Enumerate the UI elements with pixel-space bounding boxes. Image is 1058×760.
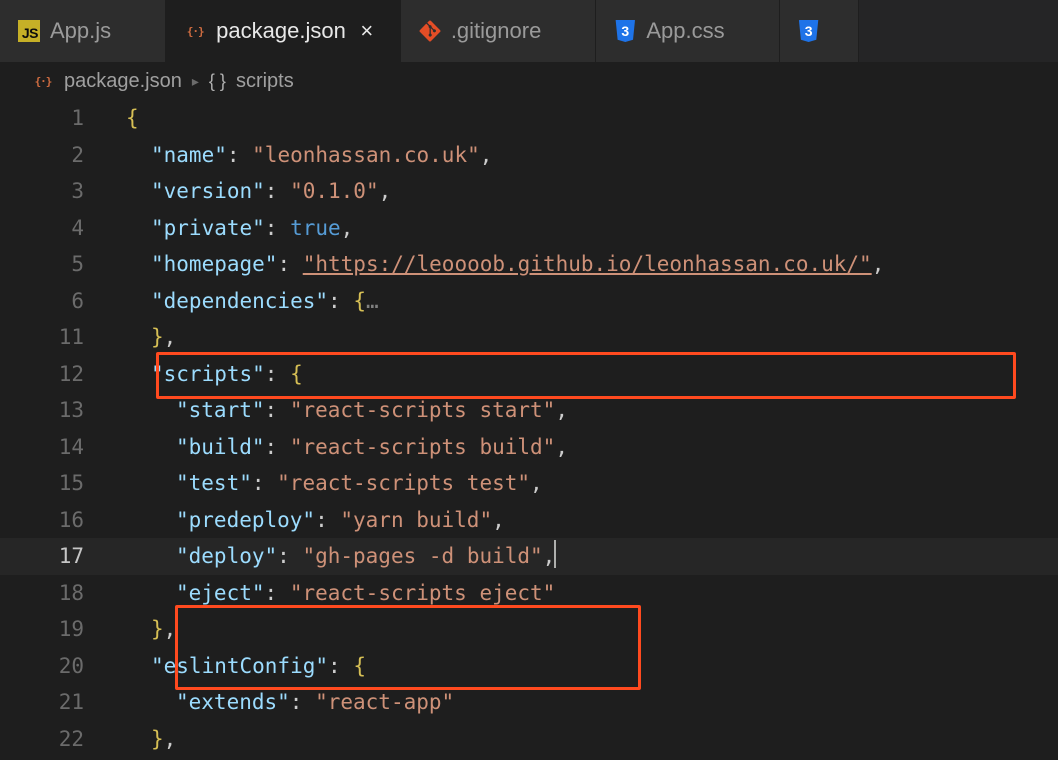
- json-key: "eslintConfig": [151, 654, 328, 678]
- breadcrumb-file[interactable]: package.json: [64, 70, 182, 93]
- line-number: 1: [0, 100, 96, 137]
- tab-bar: JS App.js × {·} package.json × .gitignor…: [0, 0, 1058, 62]
- json-key: "private": [151, 216, 265, 240]
- json-key: "eject": [176, 581, 265, 605]
- line-number: 13: [0, 392, 96, 429]
- line-number: 11: [0, 319, 96, 356]
- line-number: 16: [0, 502, 96, 539]
- json-key: "homepage": [151, 252, 277, 276]
- line-number: 4: [0, 210, 96, 247]
- json-key: "test": [176, 471, 252, 495]
- json-key: "version": [151, 179, 265, 203]
- json-string: "gh-pages -d build": [302, 544, 542, 568]
- tab-package-json[interactable]: {·} package.json ×: [166, 0, 401, 62]
- json-constant: true: [290, 216, 341, 240]
- line-number: 14: [0, 429, 96, 466]
- tab-label: App.css: [646, 18, 724, 44]
- json-key: "scripts": [151, 362, 265, 386]
- js-icon: JS: [18, 20, 40, 42]
- json-key: "extends": [176, 690, 290, 714]
- json-string: "leonhassan.co.uk": [252, 143, 480, 167]
- line-number: 20: [0, 648, 96, 685]
- git-icon: [419, 20, 441, 42]
- json-key: "predeploy": [176, 508, 315, 532]
- tab-app-css[interactable]: 3 App.css ×: [596, 0, 779, 62]
- close-icon[interactable]: ×: [356, 18, 378, 44]
- line-number: 2: [0, 137, 96, 174]
- breadcrumb-symbol[interactable]: scripts: [236, 70, 294, 93]
- line-number: 17: [0, 538, 96, 575]
- editor[interactable]: 1{ 2"name": "leonhassan.co.uk", 3"versio…: [0, 100, 1058, 757]
- line-number: 19: [0, 611, 96, 648]
- json-string: "yarn build": [340, 508, 492, 532]
- json-string: "0.1.0": [290, 179, 379, 203]
- json-key: "name": [151, 143, 227, 167]
- line-number: 3: [0, 173, 96, 210]
- json-string: "react-scripts start": [290, 398, 556, 422]
- line-number: 18: [0, 575, 96, 612]
- tab-label: App.js: [50, 18, 111, 44]
- folded-ellipsis[interactable]: …: [366, 289, 379, 313]
- breadcrumb: {·} package.json ▸ { } scripts: [0, 62, 1058, 100]
- json-string: "react-scripts test": [277, 471, 530, 495]
- css-icon: 3: [798, 20, 820, 42]
- json-key: "dependencies": [151, 289, 328, 313]
- json-key: "build": [176, 435, 265, 459]
- json-string: "react-scripts build": [290, 435, 556, 459]
- json-icon: {·}: [32, 70, 54, 92]
- tab-css-partial[interactable]: 3 ×: [780, 0, 859, 62]
- json-key: "start": [176, 398, 265, 422]
- line-number: 15: [0, 465, 96, 502]
- line-number: 22: [0, 721, 96, 758]
- text-cursor: [554, 540, 556, 568]
- json-string: "https://leoooob.github.io/leonhassan.co…: [303, 252, 872, 276]
- tab-app-js[interactable]: JS App.js ×: [0, 0, 166, 62]
- line-number: 6: [0, 283, 96, 320]
- json-string: "react-scripts eject": [290, 581, 556, 605]
- tab-label: package.json: [216, 18, 346, 44]
- line-number: 5: [0, 246, 96, 283]
- css-icon: 3: [614, 20, 636, 42]
- symbol-kind-icon: { }: [209, 71, 226, 92]
- line-number: 12: [0, 356, 96, 393]
- tab-gitignore[interactable]: .gitignore ×: [401, 0, 597, 62]
- json-string: "react-app": [315, 690, 454, 714]
- chevron-right-icon: ▸: [192, 73, 199, 90]
- json-icon: {·}: [184, 20, 206, 42]
- json-key: "deploy": [176, 544, 277, 568]
- tab-label: .gitignore: [451, 18, 542, 44]
- line-number: 21: [0, 684, 96, 721]
